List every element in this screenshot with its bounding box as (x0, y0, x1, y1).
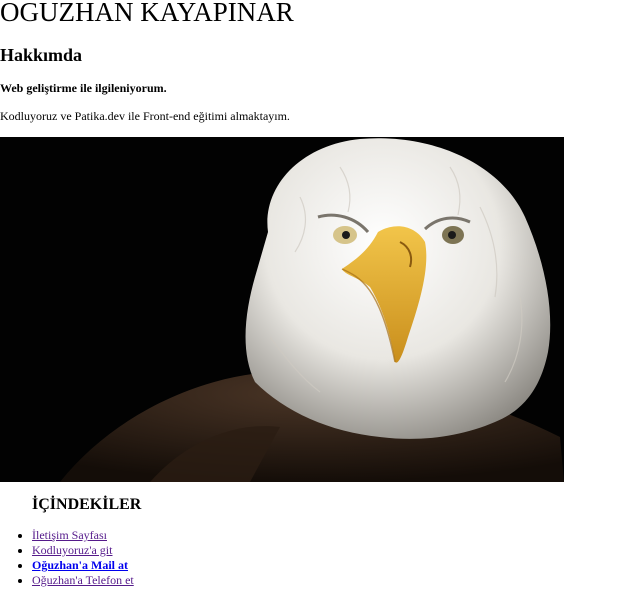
list-item: Oğuzhan'a Telefon et (32, 573, 134, 588)
eagle-illustration (0, 137, 564, 482)
list-item: Oğuzhan'a Mail at (32, 558, 134, 573)
about-heading: Hakkımda (0, 45, 83, 65)
page-title: OGUZHAN KAYAPINAR (0, 0, 294, 27)
list-item: İletişim Sayfası (32, 528, 134, 543)
eagle-image (0, 137, 564, 482)
contact-page-link[interactable]: İletişim Sayfası (32, 528, 107, 542)
kodluyoruz-link[interactable]: Kodluyoruz'a git (32, 543, 112, 557)
about-paragraph: Kodluyoruz ve Patika.dev ile Front-end e… (0, 109, 290, 123)
tagline: Web geliştirme ile ilgileniyorum. (0, 81, 167, 95)
toc-list: İletişim Sayfası Kodluyoruz'a git Oğuzha… (0, 528, 134, 588)
toc-heading: İÇİNDEKİLER (32, 496, 142, 513)
list-item: Kodluyoruz'a git (32, 543, 134, 558)
mail-link[interactable]: Oğuzhan'a Mail at (32, 558, 128, 572)
phone-link[interactable]: Oğuzhan'a Telefon et (32, 573, 134, 587)
